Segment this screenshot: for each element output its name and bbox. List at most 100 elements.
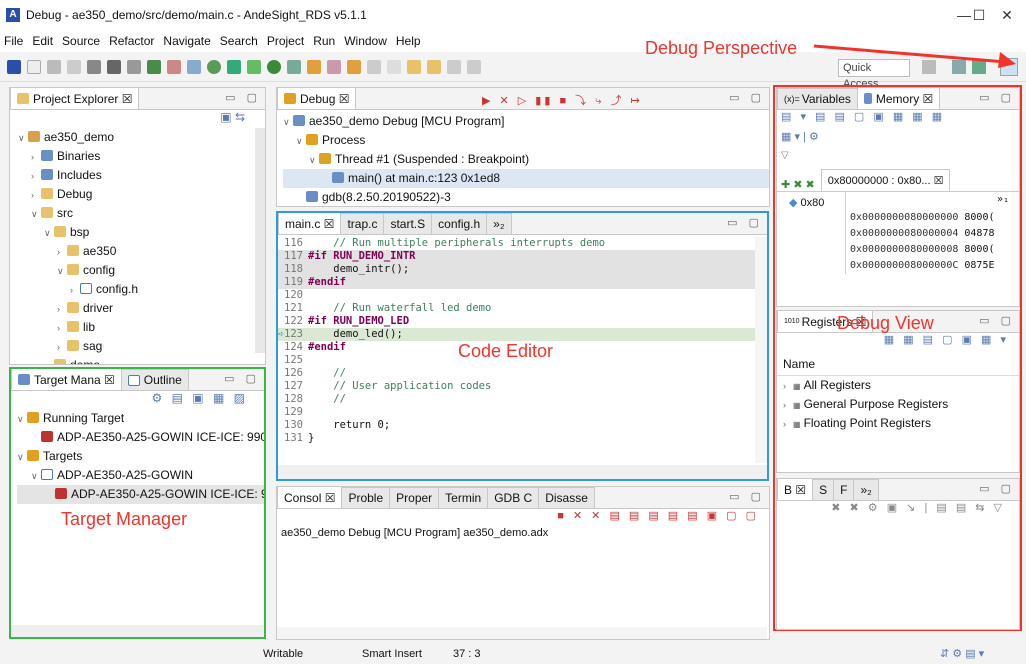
code-line[interactable]: 130 return 0; — [278, 419, 767, 432]
code-area[interactable]: 116 // Run multiple peripherals interrup… — [278, 235, 767, 445]
tree-item[interactable]: › Debug — [18, 185, 265, 204]
console-tab[interactable]: Consol ☒ — [277, 487, 343, 508]
expand-icon[interactable]: ∨ — [283, 113, 293, 132]
chart-icon[interactable] — [127, 59, 141, 74]
expand-icon[interactable]: ∨ — [44, 224, 54, 243]
tree-item[interactable]: › sag — [18, 337, 265, 356]
breakpoints-tab[interactable]: F — [833, 479, 855, 500]
menu-source[interactable]: Source — [62, 34, 100, 48]
view-controls[interactable]: ▭ ▢ — [729, 91, 765, 104]
expand-icon[interactable]: › — [57, 338, 67, 357]
memory-more[interactable]: »₁ — [850, 192, 1019, 210]
marker-icon[interactable] — [347, 59, 361, 74]
code-line[interactable]: 116 // Run multiple peripherals interrup… — [278, 237, 767, 250]
code-line[interactable]: ➪ 123 demo_led(); — [278, 328, 767, 341]
view-controls[interactable]: ▭ ▢ — [979, 91, 1015, 104]
code-line[interactable]: 129 — [278, 406, 767, 419]
register-group[interactable]: › ▦ All Registers — [783, 376, 1019, 395]
tree-item[interactable]: ∨ Running Target — [17, 409, 264, 428]
dropdown-icon[interactable]: ▽ — [777, 150, 1019, 170]
menu-run[interactable]: Run — [313, 34, 335, 48]
collapse-link-icons[interactable]: ▣ ⇆ — [10, 110, 265, 128]
block-icon[interactable] — [367, 59, 381, 74]
console-tab[interactable]: Proble — [341, 487, 391, 508]
build-icon[interactable] — [107, 59, 121, 74]
tree-item[interactable]: › config.h — [18, 280, 265, 299]
run-icon[interactable] — [267, 59, 281, 74]
menu-file[interactable]: File — [4, 34, 23, 48]
toggle-icon[interactable] — [227, 59, 241, 74]
tree-item[interactable]: ADP-AE350-A25-GOWIN ICE-ICE: 9 — [17, 485, 264, 504]
tree-item[interactable]: › demo — [18, 356, 265, 364]
code-line[interactable]: 131} — [278, 432, 767, 445]
tree-item[interactable]: ∨ config — [18, 261, 265, 280]
save-all-icon[interactable] — [67, 59, 81, 74]
wrench-icon[interactable] — [87, 59, 101, 74]
vertical-scrollbar[interactable] — [255, 128, 265, 353]
debug-controls-icons[interactable]: ▶ ✕ ▷ ▮▮ ■ ⤵ ⤷ ⤴ ↦ — [482, 92, 643, 108]
expand-icon[interactable]: ∨ — [57, 262, 67, 281]
tree-item[interactable]: › lib — [18, 318, 265, 337]
settings-icon[interactable] — [247, 59, 261, 74]
view-controls[interactable]: ▭ ▢ — [979, 482, 1015, 495]
menu-help[interactable]: Help — [396, 34, 421, 48]
menu-edit[interactable]: Edit — [32, 34, 53, 48]
expand-icon[interactable]: ∨ — [18, 129, 28, 148]
breakpoints-toolbar-icons[interactable]: ✖ ✖ ⚙ ▣ ↘ | ▤ ▤ ⇆ ▽ — [777, 501, 1019, 521]
tree-item[interactable]: ∨ src — [18, 204, 265, 223]
external-tools-icon[interactable] — [307, 59, 321, 74]
save-icon[interactable] — [47, 59, 61, 74]
back-icon[interactable] — [407, 59, 421, 74]
code-line[interactable]: 127 // User application codes — [278, 380, 767, 393]
memory-row[interactable]: 0x0000000080000000 8000( — [850, 210, 1019, 226]
debug-icon[interactable] — [287, 59, 301, 74]
expand-icon[interactable]: › — [57, 300, 67, 319]
console-tab[interactable]: Proper — [389, 487, 440, 508]
editor-tab[interactable]: trap.c — [340, 213, 385, 234]
tree-item[interactable]: ∨ bsp — [18, 223, 265, 242]
tree-item[interactable]: › driver — [18, 299, 265, 318]
memory-toolbar2-icons[interactable]: ▦ ▾ | ⚙ — [777, 130, 1019, 150]
expand-icon[interactable]: › — [70, 281, 80, 300]
tree-item[interactable]: ∨ Thread #1 (Suspended : Breakpoint) — [283, 150, 769, 169]
horizontal-scrollbar[interactable] — [278, 465, 767, 479]
next-icon[interactable] — [447, 59, 461, 74]
new-file-icon[interactable] — [187, 59, 201, 74]
code-line[interactable]: 119 #endif — [278, 276, 767, 289]
console-tab[interactable]: GDB C — [487, 487, 540, 508]
editor-tab[interactable]: start.S — [383, 213, 433, 234]
tree-item[interactable]: ∨ Targets — [17, 447, 264, 466]
tree-item[interactable]: ADP-AE350-A25-GOWIN ICE-ICE: 9902 — [17, 428, 264, 447]
maximize-button[interactable]: ☐ — [966, 0, 992, 30]
console-tab[interactable]: Disasse — [538, 487, 595, 508]
code-line[interactable]: 121 // Run waterfall led demo — [278, 302, 767, 315]
vertical-scrollbar[interactable] — [755, 237, 767, 463]
expand-icon[interactable]: ∨ — [17, 448, 27, 467]
monitor-item[interactable]: ◆ 0x80 — [777, 192, 845, 274]
code-line[interactable]: 120 — [278, 289, 767, 302]
tab-memory-rendering[interactable]: 0x80000000 : 0x80... ☒ — [820, 169, 951, 191]
console-toolbar-icons[interactable]: ■ ✕ ✕ ▤ ▤ ▤ ▤ ▤ ▣ ▢ ▢ — [277, 509, 769, 527]
expand-icon[interactable]: › — [31, 148, 41, 167]
expand-icon[interactable]: › — [783, 377, 793, 396]
expand-icon[interactable]: › — [44, 357, 54, 364]
editor-tab[interactable]: main.c ☒ — [278, 213, 342, 234]
memory-row[interactable]: 0x000000008000000C 0875E — [850, 258, 1019, 274]
tab-memory[interactable]: Memory ☒ — [856, 88, 941, 109]
breakpoints-tab[interactable]: »₂ — [853, 479, 879, 500]
tab-variables[interactable]: (x)= Variables — [777, 88, 858, 109]
tree-item[interactable]: gdb(8.2.50.20190522)-3 — [283, 188, 769, 206]
register-group[interactable]: › ▦ General Purpose Registers — [783, 395, 1019, 414]
status-tray-icons[interactable]: ⇵ ⚙ ▤ ▾ — [940, 647, 984, 660]
menu-navigate[interactable]: Navigate — [163, 34, 210, 48]
memory-row[interactable]: 0x0000000080000004 04878 — [850, 226, 1019, 242]
tree-item[interactable]: › Binaries — [18, 147, 265, 166]
tree-item[interactable]: ∨ ADP-AE350-A25-GOWIN — [17, 466, 264, 485]
code-line[interactable]: 122 #if RUN_DEMO_LED — [278, 315, 767, 328]
tree-item[interactable]: ∨ Process — [283, 131, 769, 150]
code-line[interactable]: 126 // — [278, 367, 767, 380]
tool-icon[interactable] — [167, 59, 181, 74]
tab-project-explorer[interactable]: Project Explorer ☒ — [10, 88, 140, 109]
expand-icon[interactable]: ∨ — [31, 205, 41, 224]
tree-item[interactable]: › ae350 — [18, 242, 265, 261]
